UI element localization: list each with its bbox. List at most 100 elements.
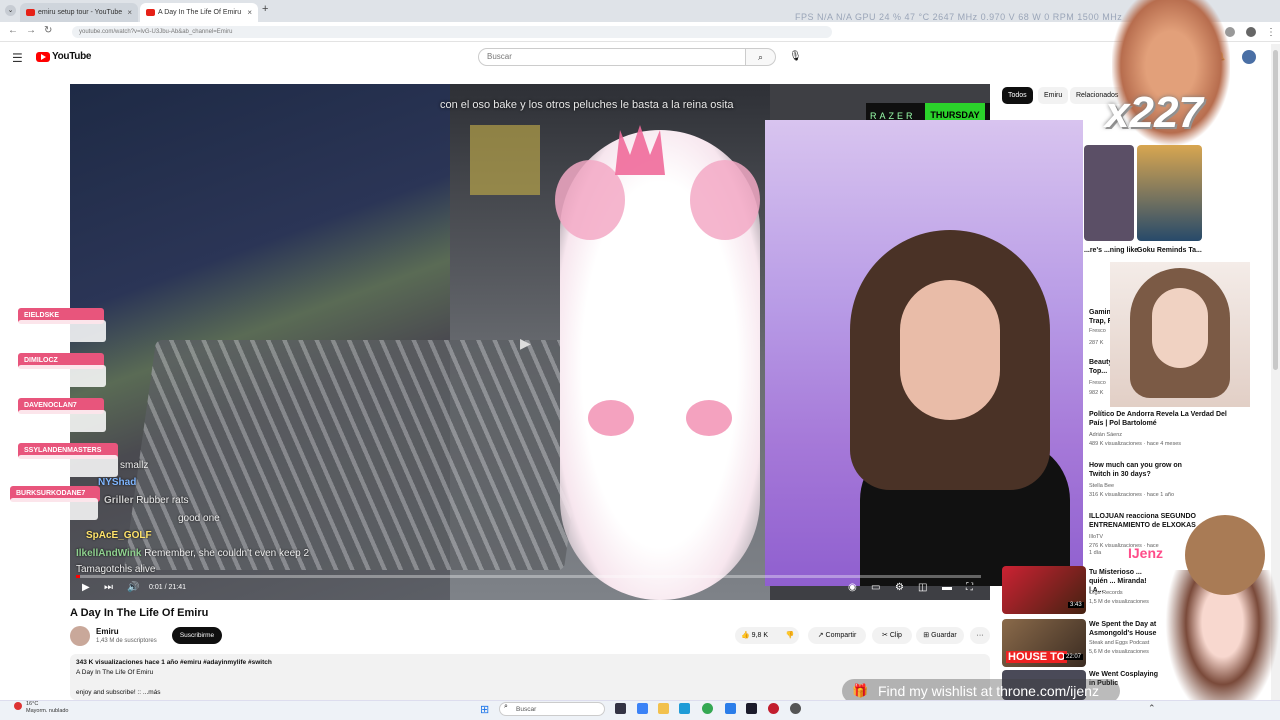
bookmark-icon: ⊞ [923,632,930,639]
hamburger-menu-icon[interactable]: ☰ [12,51,23,65]
new-tab-button[interactable]: + [262,3,268,15]
chat-text: Rubber rats [136,495,189,506]
channel-name[interactable]: Emiru [96,627,119,636]
short-title[interactable]: ...re's ...ning like [1084,246,1138,255]
facecam-streamer-face [900,280,1000,420]
search-button[interactable]: ⌕ [746,48,776,66]
rec-title[interactable]: ILLOJUAN reacciona SEGUNDO ENTRENAMIENTO… [1089,512,1199,530]
subscribe-button[interactable]: Suscribirme [172,627,222,644]
tab-close-icon[interactable]: × [247,3,252,22]
subtitles-icon[interactable]: ▭ [871,582,880,593]
youtube-logo-text[interactable]: YouTube [52,51,92,62]
taskbar-search[interactable]: Buscar [499,702,605,716]
theater-mode-icon[interactable]: ▬ [942,582,952,593]
view-count-line: 343 K visualizaciones hace 1 año #emiru … [76,659,272,666]
chat-message-box [18,410,106,432]
rec-meta: 5,6 M de visualizaciones [1089,649,1149,655]
rec-channel: Stella Bee [1089,483,1115,489]
weather-icon[interactable] [14,702,22,710]
task-view-icon[interactable] [615,703,626,714]
edge-browser-icon[interactable] [679,703,690,714]
search-input[interactable]: Buscar [478,48,746,66]
fullscreen-icon[interactable]: ⛶ [966,582,973,593]
volume-icon[interactable]: 🔊 [127,582,139,593]
chat-line: SpAcE_GOLF [86,530,152,541]
short-title[interactable]: Goku Reminds Ta... [1137,246,1202,255]
tab-label: A Day In The Life Of Emiru [158,9,242,16]
reload-icon[interactable]: ↻ [44,25,52,36]
back-arrow-icon[interactable]: ← [8,25,18,36]
profile-icon[interactable] [1246,27,1256,37]
microphone-icon[interactable]: 🎙 [789,51,802,62]
chat-user: IlkellAndWink [76,548,142,559]
clip-label: Clip [889,632,902,639]
dislike-button[interactable]: 👎 [780,627,800,644]
weather-widget[interactable]: 16°C Mayorm. nublado [26,701,69,715]
mascot-ear [690,160,760,240]
terminal-icon[interactable] [746,703,757,714]
crate-scene [123,340,597,570]
tab-search-menu-button[interactable]: ⌄ [5,5,16,16]
thumbs-up-icon: 👍 [741,632,750,639]
tab-close-icon[interactable]: × [127,3,132,22]
chat-text: good one [178,513,220,524]
chat-user: SpAcE_GOLF [86,530,152,541]
description-more[interactable]: enjoy and subscribe! :: ...más [76,689,161,696]
settings-gear-icon[interactable]: ⚙ [895,582,904,593]
obs-icon[interactable] [790,703,801,714]
save-button[interactable]: ⊞ Guardar [916,627,964,644]
windows-start-icon[interactable]: ⊞ [480,703,489,716]
mascot-eye [686,400,732,436]
browser-tab-setup-tour[interactable]: emiru setup tour - YouTube × [20,3,138,22]
gift-icon: 🎁 [852,683,869,698]
play-icon[interactable]: ▶ [82,582,90,593]
app-icon[interactable] [768,703,779,714]
rec-title[interactable]: Político De Andorra Revela La Verdad Del… [1089,410,1229,428]
rec-title[interactable]: We Spent the Day at Asmongold's House [1089,620,1159,638]
meme-counter: x227 [1105,88,1203,137]
more-actions-button[interactable]: ··· [970,627,990,644]
url-field[interactable]: youtube.com/watch?v=lvG-U3Jbu-Ab&ab_chan… [72,26,832,38]
video-progress-bar[interactable] [76,575,981,578]
scrollbar-thumb[interactable] [1273,50,1278,370]
share-icon: ↗ [817,632,824,639]
save-label: Guardar [931,632,957,639]
chat-message-box [18,320,106,342]
chat-text: Remember, she couldn't even keep 2 [144,548,310,559]
rec-title[interactable]: How much can you grow on Twitch in 30 da… [1089,461,1199,479]
chrome-icon[interactable] [702,703,713,714]
weather-temp: 16°C [26,701,39,707]
channel-avatar[interactable] [70,626,90,646]
streamer-logo-text: IJenz [1128,545,1164,561]
chip-emiru[interactable]: Emiru [1038,87,1069,104]
chip-todos[interactable]: Todos [1002,87,1033,104]
subscriber-count: 1,43 M de suscriptores [96,638,157,644]
file-explorer-icon[interactable] [658,703,669,714]
forward-arrow-icon[interactable]: → [26,25,36,36]
autoplay-icon[interactable]: ◉ [848,582,857,593]
chat-text: smallz [120,460,149,471]
browser-tab-day-in-life[interactable]: A Day In The Life Of Emiru × [140,3,258,22]
youtube-favicon-icon [26,9,35,16]
browser-menu-icon[interactable]: ⋮ [1266,27,1276,38]
video-duration: 22:07 [1064,654,1084,660]
next-icon[interactable]: ⏭ [104,582,113,593]
tray-arrow-icon[interactable]: ⌃ [1148,703,1156,714]
video-duration: 3:43 [1068,602,1084,608]
description-line: A Day In The Life Of Emiru [76,669,154,676]
user-avatar[interactable] [1242,50,1256,64]
youtube-logo-icon[interactable] [36,52,50,62]
share-label: Compartir [825,632,857,639]
rec-meta: 316 K visualizaciones · hace 1 año [1089,492,1174,498]
stream-caption: con el oso bake y los otros peluches le … [440,99,734,111]
short-thumbnail[interactable] [1084,145,1134,241]
search-icon: ⌕ [757,52,764,62]
clip-button[interactable]: ✂ Clip [872,627,912,644]
rec-channel: Steak and Eggs Podcast [1089,640,1150,646]
chat-line: NYShad [98,477,136,488]
share-button[interactable]: ↗ Compartir [808,627,866,644]
short-thumbnail[interactable] [1137,145,1202,241]
widgets-icon[interactable] [637,703,648,714]
store-icon[interactable] [725,703,736,714]
miniplayer-icon[interactable]: ◫ [918,582,927,593]
